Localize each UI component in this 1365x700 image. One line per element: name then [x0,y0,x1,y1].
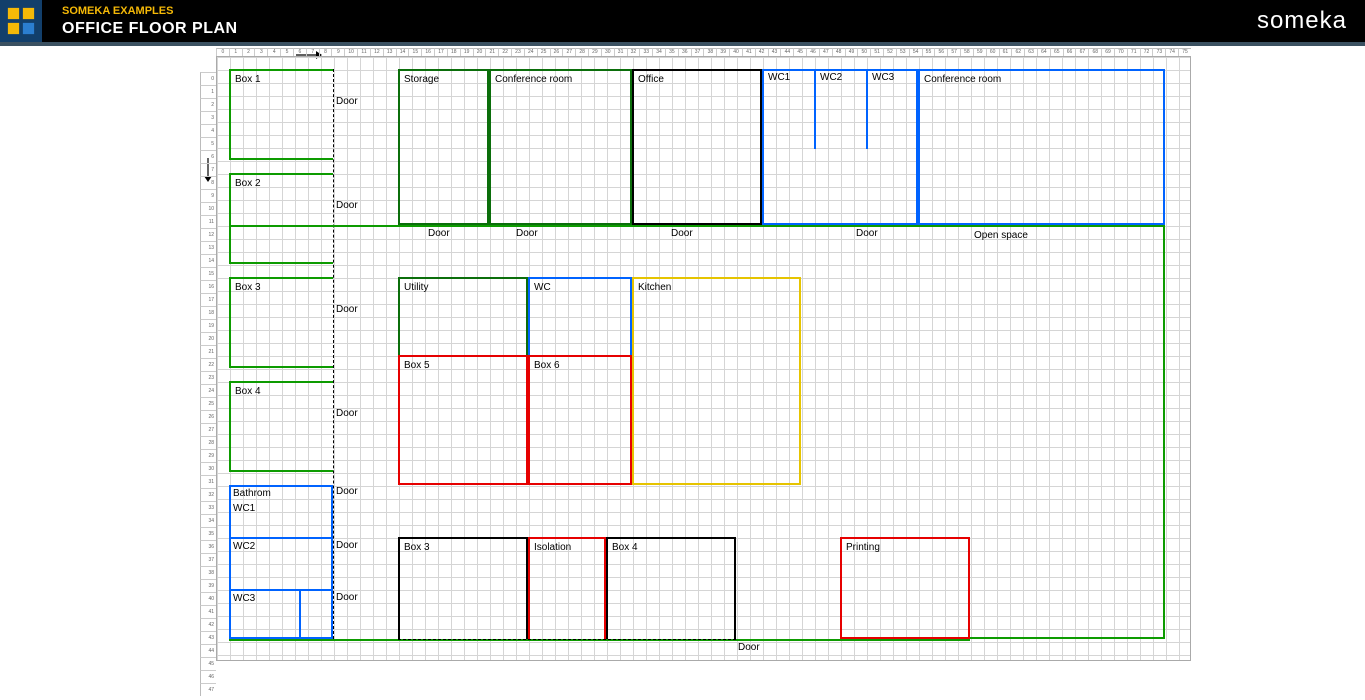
room-label: Conference room [493,73,574,86]
room-printing[interactable]: Printing [840,537,970,639]
page-title: OFFICE FLOOR PLAN [62,19,238,38]
door-label: Door [671,228,693,239]
door-label: Door [336,96,358,107]
wc-divider [814,71,816,149]
room-label: Conference room [922,73,1003,86]
door-label: Door [336,200,358,211]
wc-divider [231,537,331,539]
room-storage[interactable]: Storage [398,69,489,225]
door-label: Door [336,486,358,497]
rooms-layer: Box 1 Box 2 Box 3 Box 4 Door Door Door D… [216,56,1191,661]
room-label: Box 2 [233,177,263,190]
bottom-dashed [398,639,736,640]
ruler-vertical: 0123456789101112131415161718192021222324… [200,72,216,662]
room-conference1[interactable]: Conference room [489,69,632,225]
interior-wall-dashed [333,69,334,639]
room-label: WC3 [231,592,257,605]
room-label: WC2 [231,540,257,553]
room-label: Isolation [532,541,573,554]
open-space-top-wall [229,225,970,227]
door-label: Door [336,304,358,315]
room-box4[interactable]: Box 4 [229,381,333,472]
room-label: WC [532,281,553,294]
wc-divider [231,589,331,591]
door-label: Door [738,642,760,653]
room-label: Bathrom [231,487,273,500]
door-label: Door [428,228,450,239]
room-label: Kitchen [636,281,673,294]
room-box1[interactable]: Box 1 [229,69,333,160]
breadcrumb: SOMEKA EXAMPLES [62,4,238,18]
room-isolation[interactable]: Isolation [528,537,606,639]
room-box3b[interactable]: Box 3 [398,537,528,639]
room-box4b[interactable]: Box 4 [606,537,736,639]
door-label: Door [516,228,538,239]
wc-divider [866,71,868,149]
header: SOMEKA EXAMPLES OFFICE FLOOR PLAN someka [0,0,1365,42]
room-wc[interactable]: WC [528,277,632,355]
door-label: Door [336,408,358,419]
room-label: WC3 [870,71,896,84]
wc-divider [299,589,301,637]
room-label: Utility [402,281,430,294]
room-label: Box 5 [402,359,432,372]
room-label: Box 6 [532,359,562,372]
ruler-horizontal: 0123456789101112131415161718192021222324… [216,48,1191,56]
room-label: WC2 [818,71,844,84]
room-utility[interactable]: Utility [398,277,528,355]
room-box5[interactable]: Box 5 [398,355,528,485]
room-box2[interactable]: Box 2 [229,173,333,264]
room-conference2[interactable]: Conference room [918,69,1165,225]
room-open-space[interactable]: Open space [970,225,1165,639]
subheader-bar [0,42,1365,46]
room-label: Printing [844,541,882,554]
door-label: Door [336,540,358,551]
room-wc-block[interactable] [762,69,918,225]
brand-logo: someka [1257,7,1347,35]
floor-plan-canvas[interactable]: 0123456789101112131415161718192021222324… [200,48,1190,663]
app-logo [0,0,42,42]
room-label: Box 3 [402,541,432,554]
room-box3[interactable]: Box 3 [229,277,333,368]
room-kitchen[interactable]: Kitchen [632,277,801,485]
room-label: WC1 [766,71,792,84]
room-label: WC1 [231,502,257,515]
room-label: Open space [972,229,1030,242]
room-label: Storage [402,73,441,86]
room-label: Box 4 [610,541,640,554]
door-label: Door [336,592,358,603]
door-label: Door [856,228,878,239]
room-label: Office [636,73,666,86]
room-label: Box 1 [233,73,263,86]
room-label: Box 3 [233,281,263,294]
room-label: Box 4 [233,385,263,398]
room-office[interactable]: Office [632,69,762,225]
floor-plan-icon [6,6,36,36]
room-box6[interactable]: Box 6 [528,355,632,485]
